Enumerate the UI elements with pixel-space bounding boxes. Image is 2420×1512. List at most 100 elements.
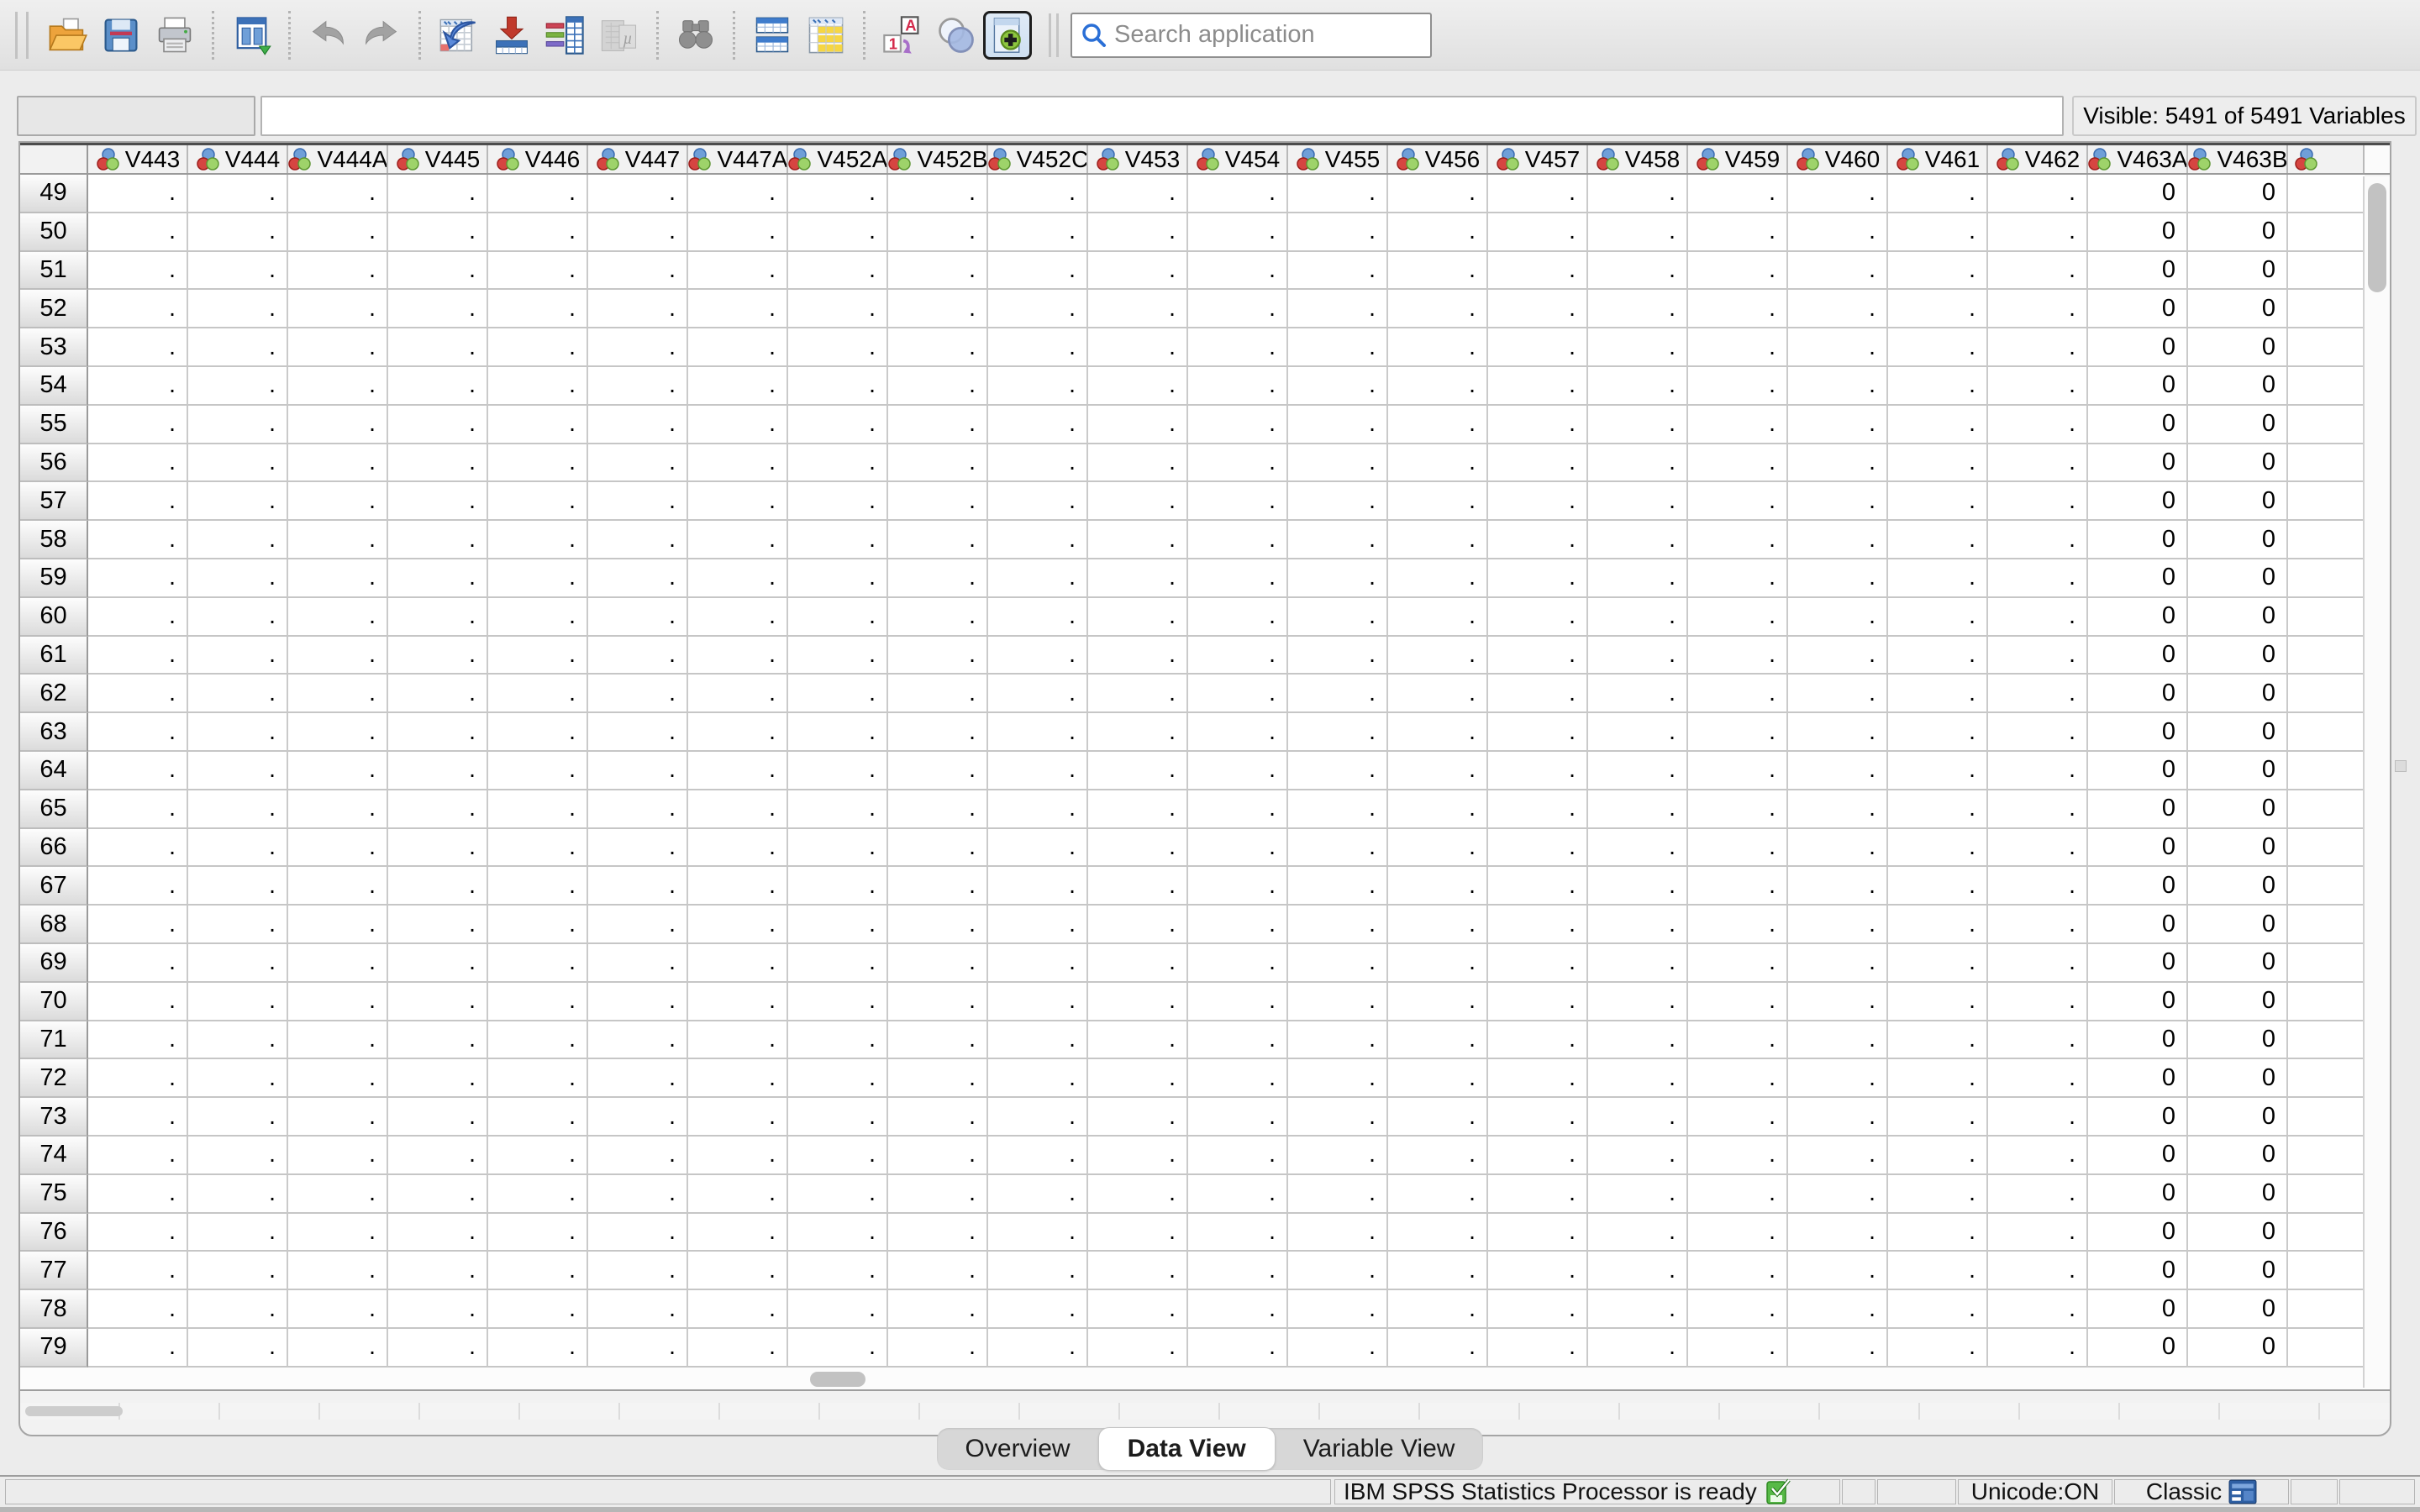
data-cell[interactable]: . [1488,675,1588,713]
data-cell[interactable]: . [388,867,488,906]
data-cell[interactable]: . [1088,713,1188,752]
data-cell[interactable]: . [1488,1252,1588,1290]
column-header-V453[interactable]: V453 [1088,145,1188,173]
column-header-V444[interactable]: V444 [188,145,288,173]
data-cell[interactable]: . [588,1252,688,1290]
data-cell[interactable]: . [1188,829,1288,868]
data-cell[interactable]: . [888,252,988,291]
data-cell[interactable]: . [1088,983,1188,1021]
data-cell[interactable]: 0 [2188,559,2288,598]
data-cell[interactable]: . [1588,559,1688,598]
data-cell[interactable]: . [388,752,488,790]
data-cell-partial[interactable] [2288,713,2365,752]
data-cell[interactable]: . [888,1214,988,1252]
data-cell[interactable]: 0 [2188,252,2288,291]
data-cell[interactable]: . [588,1021,688,1060]
data-cell[interactable]: . [488,1059,588,1098]
data-cell[interactable]: . [1388,944,1488,983]
data-cell[interactable]: . [1588,1021,1688,1060]
data-cell[interactable]: . [1888,482,1988,521]
data-cell[interactable]: . [1588,675,1688,713]
data-cell-partial[interactable] [2288,328,2365,367]
data-cell[interactable]: . [1388,1252,1488,1290]
data-cell[interactable]: 0 [2188,1059,2288,1098]
data-cell[interactable]: . [1788,675,1888,713]
data-cell[interactable]: . [1988,1021,2088,1060]
data-cell[interactable]: . [788,1059,888,1098]
data-cell[interactable]: . [1988,559,2088,598]
data-cell[interactable]: . [1288,175,1388,213]
row-header[interactable]: 66 [20,829,88,868]
data-cell[interactable]: . [688,867,788,906]
data-cell-partial[interactable] [2288,983,2365,1021]
data-cell-partial[interactable] [2288,406,2365,444]
data-cell[interactable]: . [1688,637,1788,675]
data-cell[interactable]: . [1188,1290,1288,1329]
column-header-V454[interactable]: V454 [1188,145,1288,173]
row-header[interactable]: 73 [20,1098,88,1137]
data-cell[interactable]: . [1988,1290,2088,1329]
data-cell[interactable]: . [1288,252,1388,291]
data-cell[interactable]: 0 [2088,1137,2188,1175]
data-cell[interactable]: . [1988,637,2088,675]
data-cell[interactable]: . [388,444,488,483]
data-cell[interactable]: . [1188,713,1288,752]
data-cell[interactable]: . [888,521,988,559]
data-cell[interactable]: . [188,713,288,752]
data-cell[interactable]: . [888,1098,988,1137]
data-cell[interactable]: . [588,1214,688,1252]
row-header[interactable]: 53 [20,328,88,367]
data-cell[interactable]: . [1988,598,2088,637]
data-cell[interactable]: 0 [2088,637,2188,675]
data-cell[interactable]: . [688,175,788,213]
data-cell[interactable]: . [888,713,988,752]
data-cell[interactable]: . [788,406,888,444]
data-cell[interactable]: . [488,1175,588,1214]
data-cell[interactable]: . [1888,752,1988,790]
vertical-scrollbar[interactable] [2363,176,2390,1388]
data-cell[interactable]: . [688,252,788,291]
data-cell[interactable]: . [888,482,988,521]
data-cell[interactable]: . [788,829,888,868]
data-cell[interactable]: . [988,1021,1088,1060]
data-cell[interactable]: . [1088,290,1188,328]
data-cell[interactable]: . [588,906,688,944]
data-cell[interactable]: . [1088,598,1188,637]
data-cell[interactable]: . [1488,1329,1588,1368]
data-cell[interactable]: . [688,1329,788,1368]
data-cell[interactable]: . [1388,521,1488,559]
data-cell[interactable]: . [88,1021,188,1060]
data-cell[interactable]: . [1788,328,1888,367]
data-cell[interactable]: . [388,713,488,752]
data-cell[interactable]: . [888,367,988,406]
data-cell[interactable]: 0 [2188,713,2288,752]
data-cell[interactable]: . [288,444,388,483]
data-cell[interactable]: 0 [2188,290,2288,328]
data-cell[interactable]: . [1188,406,1288,444]
data-cell[interactable]: . [588,1098,688,1137]
column-header-V452B[interactable]: V452B [888,145,988,173]
data-cell[interactable]: 0 [2188,906,2288,944]
data-cell[interactable]: . [788,1137,888,1175]
data-cell[interactable]: . [988,1329,1088,1368]
data-cell[interactable]: . [488,482,588,521]
data-cell[interactable]: . [1388,675,1488,713]
data-cell[interactable]: . [1988,521,2088,559]
data-cell[interactable]: . [1388,406,1488,444]
data-cell[interactable]: . [1288,906,1388,944]
data-cell[interactable]: . [188,598,288,637]
data-cell[interactable]: . [488,1252,588,1290]
data-cell[interactable]: . [1688,752,1788,790]
data-cell[interactable]: . [988,752,1088,790]
data-cell[interactable]: . [388,406,488,444]
data-cell[interactable]: . [1588,406,1688,444]
data-cell[interactable]: . [1788,559,1888,598]
data-cell[interactable]: . [188,944,288,983]
data-cell[interactable]: . [1188,444,1288,483]
data-cell[interactable]: . [1988,906,2088,944]
data-cell[interactable]: 0 [2188,521,2288,559]
data-cell[interactable]: . [1088,675,1188,713]
data-cell[interactable]: . [1088,1059,1188,1098]
data-cell[interactable]: . [1588,213,1688,252]
data-cell[interactable]: 0 [2088,559,2188,598]
